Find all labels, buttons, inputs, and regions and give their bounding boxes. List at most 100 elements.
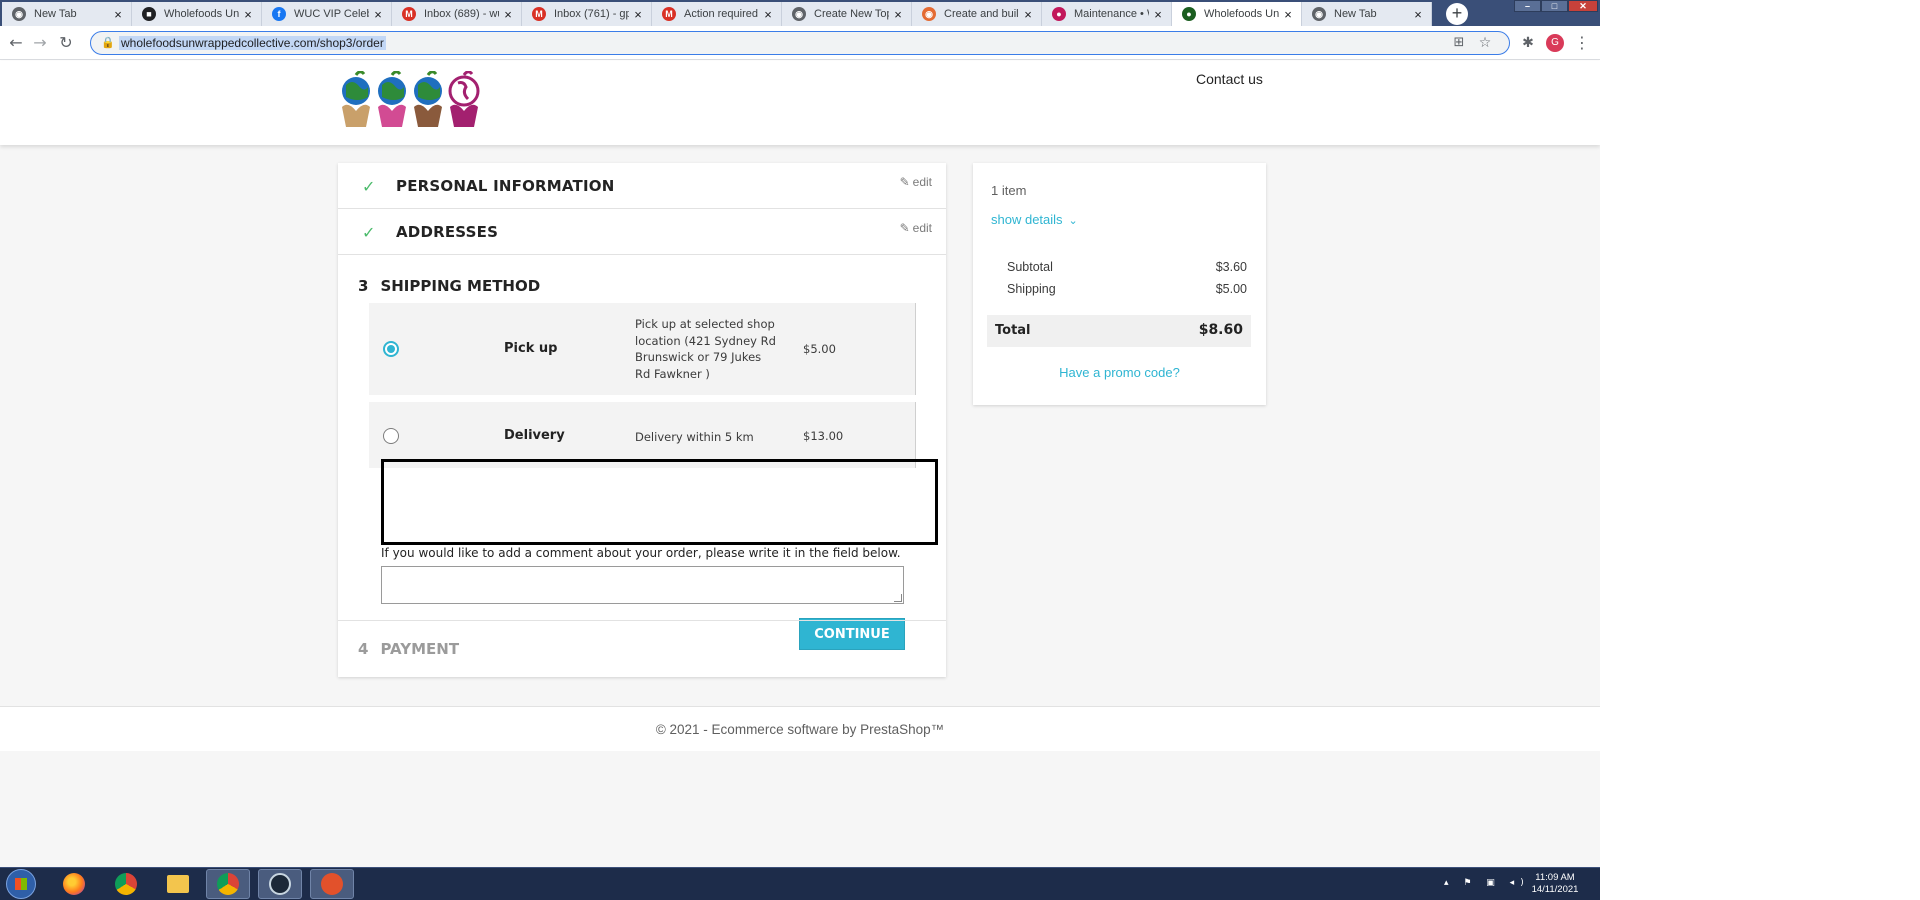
browser-tab[interactable]: M Inbox (689) - wuc× xyxy=(392,2,522,26)
chrome-icon: ◉ xyxy=(792,7,806,21)
close-tab-icon[interactable]: × xyxy=(629,7,647,22)
profile-avatar[interactable]: G xyxy=(1546,34,1564,52)
edit-label[interactable]: edit xyxy=(913,175,932,189)
step-title: PERSONAL INFORMATION xyxy=(396,177,615,195)
edit-addresses-link[interactable]: ✎ edit xyxy=(900,221,932,235)
carrier-price: $5.00 xyxy=(803,342,836,356)
chrome-icon[interactable] xyxy=(104,869,148,899)
checkout-steps: ✓ PERSONAL INFORMATION ✎ edit ✓ ADDRESSES… xyxy=(338,163,946,677)
url-text[interactable]: wholefoodsunwrappedcollective.com/shop3/… xyxy=(119,36,386,50)
close-tab-icon[interactable]: × xyxy=(109,7,127,22)
shipping-option-pickup[interactable]: Pick up Pick up at selected shop locatio… xyxy=(369,303,916,395)
annotation-highlight-box xyxy=(381,459,938,545)
steam-icon[interactable] xyxy=(258,869,302,899)
close-tab-icon[interactable]: × xyxy=(1409,7,1427,22)
show-details-label[interactable]: show details xyxy=(991,212,1063,227)
subtotal-value: $3.60 xyxy=(1215,260,1247,274)
media-app-icon[interactable] xyxy=(310,869,354,899)
tab-title[interactable]: New Tab xyxy=(34,8,109,20)
footer-copyright[interactable]: © 2021 - Ecommerce software by PrestaSho… xyxy=(0,722,1600,737)
step-title: ADDRESSES xyxy=(396,223,499,241)
close-tab-icon[interactable]: × xyxy=(1019,7,1037,22)
edit-label[interactable]: edit xyxy=(913,221,932,235)
square-logo-icon: ■ xyxy=(142,7,156,21)
minimize-button[interactable]: – xyxy=(1514,0,1541,12)
order-comment-label: If you would like to add a comment about… xyxy=(381,546,901,560)
browser-tab[interactable]: ● Wholefoods Unw × xyxy=(1172,2,1302,26)
tab-title[interactable]: Inbox (689) - wuc xyxy=(424,8,499,20)
tab-title[interactable]: Wholefoods Unwr xyxy=(164,8,239,20)
back-icon[interactable]: ← xyxy=(6,33,26,53)
forward-icon[interactable]: → xyxy=(30,33,50,53)
new-tab-button[interactable]: + xyxy=(1446,3,1468,25)
browser-tab[interactable]: ● Maintenance • W× xyxy=(1042,2,1172,26)
pencil-icon: ✎ xyxy=(899,221,910,235)
chrome-icon[interactable] xyxy=(206,869,250,899)
close-tab-icon[interactable]: × xyxy=(499,7,517,22)
tab-title[interactable]: Maintenance • W xyxy=(1074,8,1149,20)
qr-code-icon[interactable]: ⊞ xyxy=(1449,33,1469,53)
clock-date: 14/11/2021 xyxy=(1531,884,1579,895)
tab-title[interactable]: Inbox (761) - gpe xyxy=(554,8,629,20)
lock-icon[interactable]: 🔒 xyxy=(101,36,115,49)
order-comment-textarea[interactable] xyxy=(381,566,904,604)
browser-tab[interactable]: ◉ New Tab × xyxy=(2,2,132,26)
browser-tab[interactable]: f WUC VIP Celebra× xyxy=(262,2,392,26)
browser-tab[interactable]: ◉ Create and build × xyxy=(912,2,1042,26)
tab-title[interactable]: Action required t xyxy=(684,8,759,20)
site-logo[interactable] xyxy=(338,71,482,131)
edit-personal-info-link[interactable]: ✎ edit xyxy=(900,175,932,189)
tab-title[interactable]: Create New Topic xyxy=(814,8,889,20)
cart-summary: 1 item show details ⌄ Subtotal $3.60 Ship… xyxy=(973,163,1266,405)
chevron-down-icon[interactable]: ⌄ xyxy=(1069,214,1078,227)
show-details-toggle[interactable]: show details ⌄ xyxy=(991,212,1078,227)
browser-tab[interactable]: M Action required t × xyxy=(652,2,782,26)
reload-icon[interactable]: ↻ xyxy=(56,33,76,53)
step-addresses[interactable]: ✓ ADDRESSES ✎ edit xyxy=(338,209,946,255)
globe-icon: ● xyxy=(1182,7,1196,21)
close-tab-icon[interactable]: × xyxy=(889,7,907,22)
menu-kebab-icon[interactable]: ⋮ xyxy=(1572,33,1592,53)
gmail-icon: M xyxy=(662,7,676,21)
tab-title[interactable]: Create and build xyxy=(944,8,1019,20)
chrome-icon: ◉ xyxy=(1312,7,1326,21)
carrier-price: $13.00 xyxy=(803,429,844,443)
close-tab-icon[interactable]: × xyxy=(369,7,387,22)
step-shipping-method-title: 3 SHIPPING METHOD xyxy=(358,277,540,295)
extensions-icon[interactable]: ✱ xyxy=(1518,33,1538,53)
site-header: Contact us xyxy=(0,61,1600,145)
tab-title[interactable]: New Tab xyxy=(1334,8,1409,20)
step-personal-information[interactable]: ✓ PERSONAL INFORMATION ✎ edit xyxy=(338,163,946,209)
close-tab-icon[interactable]: × xyxy=(759,7,777,22)
taskbar-clock[interactable]: 11:09 AM 14/11/2021 xyxy=(1522,872,1588,896)
pickup-radio[interactable] xyxy=(383,341,399,357)
close-tab-icon[interactable]: × xyxy=(239,7,257,22)
firefox-icon[interactable] xyxy=(52,869,96,899)
shipping-value: $5.00 xyxy=(1215,282,1247,296)
browser-tab[interactable]: ◉ New Tab × xyxy=(1302,2,1432,26)
address-bar[interactable]: 🔒 wholefoodsunwrappedcollective.com/shop… xyxy=(90,31,1510,55)
screenshot-area: ◉New Tab×■Wholefoods Unwr×fWUC VIP Celeb… xyxy=(0,0,1600,900)
facebook-icon: f xyxy=(272,7,286,21)
promo-code-link[interactable]: Have a promo code? xyxy=(973,365,1266,380)
web-page: Contact us ✓ PERSONAL INFORMATION ✎ edit … xyxy=(0,61,1600,867)
delivery-radio[interactable] xyxy=(383,428,399,444)
contact-us-link[interactable]: Contact us xyxy=(1196,71,1263,87)
chrome-icon: ◉ xyxy=(922,7,936,21)
file-explorer-icon[interactable] xyxy=(156,869,200,899)
close-tab-icon[interactable]: × xyxy=(1149,7,1167,22)
step-payment-title: 4 PAYMENT xyxy=(358,640,459,658)
close-tab-icon[interactable]: × xyxy=(1279,7,1297,22)
step-title: SHIPPING METHOD xyxy=(380,277,541,295)
browser-tab[interactable]: ◉ Create New Topic× xyxy=(782,2,912,26)
carrier-description: Delivery within 5 km xyxy=(635,430,754,444)
tab-title[interactable]: Wholefoods Unw xyxy=(1204,8,1279,20)
browser-tab[interactable]: M Inbox (761) - gpe× xyxy=(522,2,652,26)
maximize-button[interactable]: □ xyxy=(1541,0,1568,12)
bookmark-star-icon[interactable]: ☆ xyxy=(1475,33,1495,53)
system-tray-icons[interactable]: ▴ ⚑ ▣ ◂) xyxy=(1444,878,1530,888)
close-window-button[interactable]: ✕ xyxy=(1568,0,1598,12)
tab-title[interactable]: WUC VIP Celebra xyxy=(294,8,369,20)
start-button[interactable] xyxy=(6,869,36,899)
browser-tab[interactable]: ■ Wholefoods Unwr× xyxy=(132,2,262,26)
